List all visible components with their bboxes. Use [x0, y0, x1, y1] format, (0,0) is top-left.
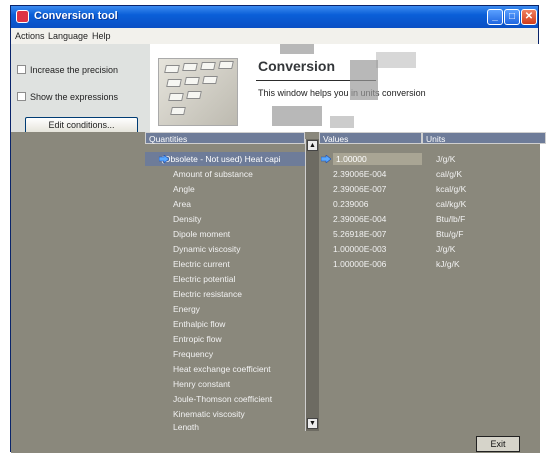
value-row[interactable]: 2.39006E-007 — [319, 182, 422, 196]
quantity-row[interactable]: Electric resistance — [145, 287, 305, 301]
quantity-row[interactable]: Area — [145, 197, 305, 211]
quantity-row[interactable]: Length — [145, 422, 305, 430]
quantity-row[interactable]: Joule-Thomson coefficient — [145, 392, 305, 406]
value-row[interactable]: 1.00000E-006 — [319, 257, 422, 271]
quantity-row[interactable]: Enthalpic flow — [145, 317, 305, 331]
calculator-image — [158, 58, 238, 126]
menu-actions[interactable]: Actions — [15, 31, 45, 41]
show-expressions-checkbox[interactable] — [17, 92, 26, 101]
value-arrow-icon — [321, 155, 331, 163]
quantity-row[interactable]: Frequency — [145, 347, 305, 361]
values-header[interactable]: Values — [319, 132, 422, 144]
header-subtitle: This window helps you in units conversio… — [258, 88, 426, 98]
quantity-row[interactable]: Electric potential — [145, 272, 305, 286]
blur-block — [350, 60, 378, 100]
unit-row[interactable]: cal/g/K — [422, 167, 546, 181]
units-header[interactable]: Units — [422, 132, 546, 144]
menu-help[interactable]: Help — [92, 31, 111, 41]
increase-precision-checkbox[interactable] — [17, 65, 26, 74]
quantity-row[interactable]: Dynamic viscosity — [145, 242, 305, 256]
quantities-scrollbar[interactable]: ▲ ▼ — [305, 139, 319, 431]
blur-block — [330, 116, 354, 128]
menu-language[interactable]: Language — [48, 31, 88, 41]
value-input[interactable]: 1.00000 — [333, 153, 422, 165]
unit-row[interactable]: Btu/g/F — [422, 227, 546, 241]
unit-row[interactable]: J/g/K — [422, 152, 546, 166]
quantity-row[interactable]: Density — [145, 212, 305, 226]
scroll-up-icon[interactable]: ▲ — [307, 140, 318, 151]
conversion-grid: Quantities Values Units (Obsolete - Not … — [11, 132, 546, 453]
close-icon[interactable]: ✕ — [521, 9, 537, 25]
value-row[interactable]: 1.00000E-003 — [319, 242, 422, 256]
quantity-row[interactable]: Electric current — [145, 257, 305, 271]
conversion-tool-window: Conversion tool _ □ ✕ Actions Language H… — [10, 5, 546, 453]
current-row-arrow-icon — [159, 155, 169, 163]
increase-precision-label: Increase the precision — [30, 65, 119, 75]
unit-row[interactable]: kcal/g/K — [422, 182, 546, 196]
window-title: Conversion tool — [34, 10, 118, 22]
quantity-row[interactable]: Amount of substance — [145, 167, 305, 181]
exit-button[interactable]: Exit — [476, 436, 520, 452]
unit-row[interactable]: Btu/lb/F — [422, 212, 546, 226]
value-row[interactable]: 5.26918E-007 — [319, 227, 422, 241]
quantity-row[interactable]: Henry constant — [145, 377, 305, 391]
show-expressions-label: Show the expressions — [30, 92, 119, 102]
options-panel: Increase the precision Show the expressi… — [11, 44, 150, 134]
header-banner: Conversion This window helps you in unit… — [150, 44, 540, 132]
title-bar[interactable]: Conversion tool _ □ ✕ — [11, 6, 538, 28]
blur-block — [272, 106, 322, 126]
header-title: Conversion — [258, 58, 336, 74]
quantity-row[interactable]: Dipole moment — [145, 227, 305, 241]
value-row-selected[interactable]: 1.00000 — [319, 152, 422, 166]
unit-row[interactable]: cal/kg/K — [422, 197, 546, 211]
menu-bar: Actions Language Help — [11, 28, 538, 45]
unit-row[interactable]: J/g/K — [422, 242, 546, 256]
unit-row[interactable]: kJ/g/K — [422, 257, 546, 271]
app-icon — [16, 10, 29, 23]
quantity-row[interactable]: Angle — [145, 182, 305, 196]
quantity-row[interactable]: (Obsolete - Not used) Heat capi — [145, 152, 305, 166]
maximize-icon[interactable]: □ — [504, 9, 520, 25]
value-row[interactable]: 2.39006E-004 — [319, 212, 422, 226]
scroll-down-icon[interactable]: ▼ — [307, 418, 318, 429]
blur-block — [280, 44, 314, 54]
value-row[interactable]: 2.39006E-004 — [319, 167, 422, 181]
minimize-icon[interactable]: _ — [487, 9, 503, 25]
value-row[interactable]: 0.239006 — [319, 197, 422, 211]
quantity-row[interactable]: Energy — [145, 302, 305, 316]
quantity-row[interactable]: Kinematic viscosity — [145, 407, 305, 421]
blur-block — [376, 52, 416, 68]
quantity-row[interactable]: Entropic flow — [145, 332, 305, 346]
quantity-row[interactable]: Heat exchange coefficient — [145, 362, 305, 376]
quantities-header[interactable]: Quantities — [145, 132, 305, 144]
